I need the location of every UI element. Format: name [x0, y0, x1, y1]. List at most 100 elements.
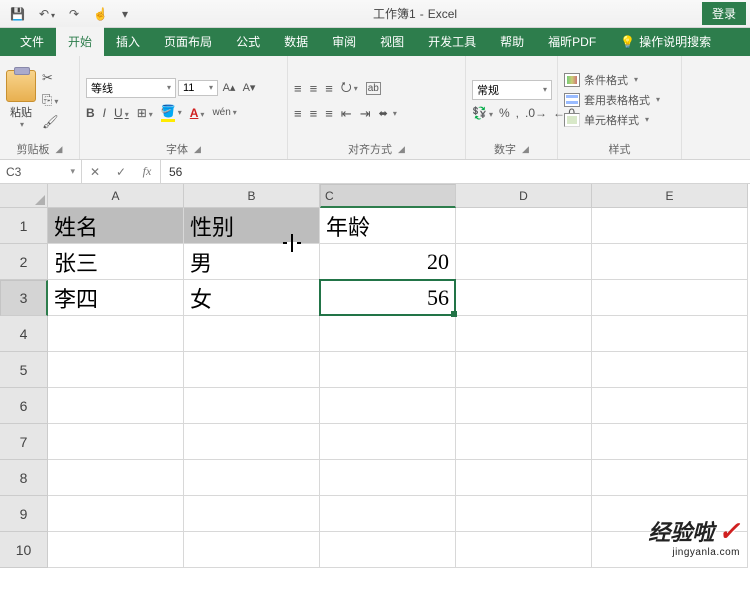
tab-home[interactable]: 开始	[56, 27, 104, 56]
cell-c1[interactable]: 年龄	[320, 208, 456, 244]
tab-file[interactable]: 文件	[8, 27, 56, 56]
bold-button[interactable]: B	[86, 106, 95, 120]
enter-formula-icon[interactable]: ✓	[108, 165, 134, 179]
cell-a4[interactable]	[48, 316, 184, 352]
tab-formulas[interactable]: 公式	[224, 27, 272, 56]
cell-d8[interactable]	[456, 460, 592, 496]
column-header-e[interactable]: E	[592, 184, 748, 208]
insert-function-icon[interactable]: fx	[134, 164, 160, 179]
cell-b7[interactable]	[184, 424, 320, 460]
tab-tell-me[interactable]: 💡 操作说明搜索	[608, 27, 723, 56]
cell-c2[interactable]: 20	[320, 244, 456, 280]
row-header-6[interactable]: 6	[0, 388, 48, 424]
cell-d10[interactable]	[456, 532, 592, 568]
clipboard-launcher-icon[interactable]: ◢	[56, 144, 63, 155]
fill-color-icon[interactable]: 🪣▾	[161, 104, 182, 122]
increase-indent-icon[interactable]: ⇥	[360, 106, 371, 122]
row-header-9[interactable]: 9	[0, 496, 48, 532]
orientation-icon[interactable]: ⭮▾	[341, 78, 358, 100]
tab-help[interactable]: 帮助	[488, 27, 536, 56]
percent-format-button[interactable]: %	[499, 106, 510, 120]
tab-view[interactable]: 视图	[368, 27, 416, 56]
cell-b6[interactable]	[184, 388, 320, 424]
column-header-d[interactable]: D	[456, 184, 592, 208]
cell-d5[interactable]	[456, 352, 592, 388]
cell-b10[interactable]	[184, 532, 320, 568]
align-top-icon[interactable]: ≡	[294, 81, 302, 96]
accounting-format-icon[interactable]: 💱▾	[472, 106, 493, 120]
font-name-select[interactable]: 等线▾	[86, 78, 176, 98]
save-icon[interactable]: 💾	[10, 7, 25, 21]
cell-c6[interactable]	[320, 388, 456, 424]
font-launcher-icon[interactable]: ◢	[194, 144, 201, 155]
select-all-button[interactable]	[0, 184, 48, 208]
increase-font-icon[interactable]: A▴	[220, 78, 238, 98]
cell-b9[interactable]	[184, 496, 320, 532]
number-format-select[interactable]: 常规▾	[472, 80, 552, 100]
format-as-table-button[interactable]: 套用表格格式▾	[564, 92, 660, 108]
cell-d7[interactable]	[456, 424, 592, 460]
align-bottom-icon[interactable]: ≡	[325, 81, 333, 96]
wrap-text-button[interactable]: ab	[366, 82, 381, 95]
cell-a9[interactable]	[48, 496, 184, 532]
cell-e5[interactable]	[592, 352, 748, 388]
comma-format-button[interactable]: ,	[516, 106, 519, 120]
cell-a1[interactable]: 姓名	[48, 208, 184, 244]
font-color-icon[interactable]: A▾	[190, 106, 205, 120]
cell-b5[interactable]	[184, 352, 320, 388]
font-size-select[interactable]: 11▾	[178, 80, 218, 96]
row-header-4[interactable]: 4	[0, 316, 48, 352]
cell-c4[interactable]	[320, 316, 456, 352]
phonetic-icon[interactable]: wén▾	[212, 107, 236, 118]
cell-a8[interactable]	[48, 460, 184, 496]
cell-a3[interactable]: 李四	[48, 280, 184, 316]
tab-foxit-pdf[interactable]: 福昕PDF	[536, 27, 608, 56]
cell-e1[interactable]	[592, 208, 748, 244]
decrease-indent-icon[interactable]: ⇤	[341, 106, 352, 122]
tab-page-layout[interactable]: 页面布局	[152, 27, 224, 56]
cell-e3[interactable]	[592, 280, 748, 316]
cell-a2[interactable]: 张三	[48, 244, 184, 280]
row-header-10[interactable]: 10	[0, 532, 48, 568]
cancel-formula-icon[interactable]: ✕	[82, 165, 108, 179]
row-header-1[interactable]: 1	[0, 208, 48, 244]
tab-data[interactable]: 数据	[272, 27, 320, 56]
cell-e2[interactable]	[592, 244, 748, 280]
cell-c8[interactable]	[320, 460, 456, 496]
cell-c5[interactable]	[320, 352, 456, 388]
cell-a6[interactable]	[48, 388, 184, 424]
cell-styles-button[interactable]: 单元格样式▾	[564, 112, 660, 128]
cell-e8[interactable]	[592, 460, 748, 496]
cell-d6[interactable]	[456, 388, 592, 424]
decrease-font-icon[interactable]: A▾	[240, 78, 258, 98]
row-header-8[interactable]: 8	[0, 460, 48, 496]
column-header-c[interactable]: C	[320, 184, 456, 208]
cut-icon[interactable]: ✂	[42, 70, 59, 86]
merge-center-button[interactable]: ⬌▾	[379, 107, 397, 120]
cell-b2[interactable]: 男	[184, 244, 320, 280]
align-right-icon[interactable]: ≡	[325, 106, 333, 121]
cell-e6[interactable]	[592, 388, 748, 424]
tab-developer[interactable]: 开发工具	[416, 27, 488, 56]
underline-button[interactable]: U▾	[114, 106, 129, 120]
cell-c10[interactable]	[320, 532, 456, 568]
align-left-icon[interactable]: ≡	[294, 106, 302, 121]
column-header-b[interactable]: B	[184, 184, 320, 208]
touch-mode-icon[interactable]: ☝	[93, 7, 108, 21]
cell-a5[interactable]	[48, 352, 184, 388]
cell-d3[interactable]	[456, 280, 592, 316]
tab-review[interactable]: 审阅	[320, 27, 368, 56]
cell-b1[interactable]: 性别	[184, 208, 320, 244]
tab-insert[interactable]: 插入	[104, 27, 152, 56]
row-header-5[interactable]: 5	[0, 352, 48, 388]
name-box[interactable]: C3 ▾	[0, 160, 82, 183]
alignment-launcher-icon[interactable]: ◢	[398, 144, 405, 155]
format-painter-icon[interactable]: 🖌	[42, 114, 59, 130]
borders-icon[interactable]: ⊞▾	[137, 106, 153, 120]
cell-c3[interactable]: 56	[320, 280, 456, 316]
row-header-7[interactable]: 7	[0, 424, 48, 460]
column-header-a[interactable]: A	[48, 184, 184, 208]
cell-e4[interactable]	[592, 316, 748, 352]
row-header-3[interactable]: 3	[0, 280, 48, 316]
cell-d1[interactable]	[456, 208, 592, 244]
